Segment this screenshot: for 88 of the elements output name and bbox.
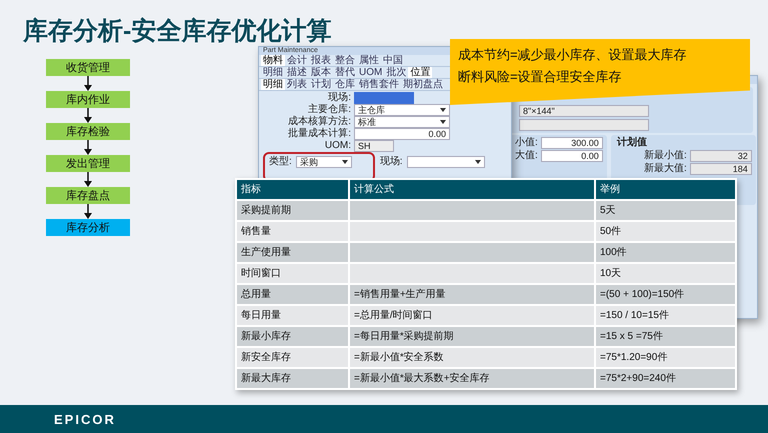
table-cell: 采购提前期 <box>237 201 348 220</box>
field-label: 小值: <box>515 137 538 149</box>
slide-title: 库存分析-安全库存优化计算 <box>22 16 332 47</box>
input-field[interactable]: 300.00 <box>540 137 603 149</box>
group-title: 计划值 <box>616 137 648 149</box>
table-cell: =新最小值*最大系数+安全库存 <box>350 369 594 388</box>
tab[interactable]: 列表 <box>285 79 309 90</box>
tab[interactable]: 描述 <box>285 67 309 78</box>
caret-icon <box>440 108 446 112</box>
process-step: 库内作业 <box>46 91 130 108</box>
process-step: 收货管理 <box>46 59 130 76</box>
table-cell: 销售量 <box>237 222 348 241</box>
input-field: SH <box>354 140 394 152</box>
down-arrow-icon <box>84 76 92 91</box>
caret-icon <box>474 160 481 164</box>
table-cell: 生产使用量 <box>237 243 348 262</box>
tab[interactable]: 期初盘点 <box>401 79 445 90</box>
table-cell: 新最小库存 <box>237 327 348 346</box>
input-field[interactable]: 8"×144" <box>519 105 649 117</box>
table-cell: 时间窗口 <box>237 264 348 283</box>
table-cell: 50件 <box>596 222 735 241</box>
input-field[interactable] <box>519 119 649 131</box>
process-step: 库存盘点 <box>46 187 130 204</box>
tab[interactable]: 替代 <box>333 67 357 78</box>
table-cell: 新最大库存 <box>237 369 348 388</box>
field-label: 现场: <box>327 92 351 104</box>
tab[interactable]: 报表 <box>309 55 333 66</box>
field-label: 类型: <box>269 156 292 168</box>
down-arrow-icon <box>84 204 92 219</box>
table-cell: 5天 <box>596 201 735 220</box>
input-field[interactable]: 0.00 <box>354 128 450 140</box>
tab[interactable]: 仓库 <box>333 79 357 90</box>
tab[interactable]: 位置 <box>408 67 432 78</box>
field-label: 新最大值: <box>643 163 687 175</box>
input-field[interactable]: 0.00 <box>540 150 603 162</box>
input-field[interactable] <box>354 92 414 104</box>
field-label: 批量成本计算: <box>287 128 351 140</box>
tab[interactable]: 批次 <box>384 67 408 78</box>
tab[interactable]: 整合 <box>333 55 357 66</box>
down-arrow-icon <box>84 140 92 155</box>
table-cell: 每日用量 <box>237 306 348 325</box>
dropdown-field[interactable]: 标准 <box>354 116 450 128</box>
table-cell: =新最小值*安全系数 <box>350 348 594 367</box>
tab[interactable]: 属性 <box>357 55 381 66</box>
tab[interactable]: 销售套件 <box>357 79 401 90</box>
process-step: 库存检验 <box>46 123 130 140</box>
input-field: 32 <box>690 150 752 162</box>
field-label: 新最小值: <box>643 150 687 162</box>
column-header: 举例 <box>596 180 735 199</box>
column-header: 计算公式 <box>350 180 594 199</box>
field-label: 成本核算方法: <box>287 116 351 128</box>
field-label: 主要仓库: <box>307 104 351 116</box>
table-cell: =销售用量+生产用量 <box>350 285 594 304</box>
tab[interactable]: 明细 <box>261 79 285 90</box>
tab[interactable]: 会计 <box>285 55 309 66</box>
tab[interactable]: 物料 <box>261 55 285 66</box>
tab[interactable]: UOM <box>357 67 384 78</box>
table-cell: =75*2+90=240件 <box>596 369 735 388</box>
caret-icon <box>440 120 446 124</box>
callout-text: 断料风险=设置合理安全库存 <box>458 69 623 85</box>
down-arrow-icon <box>84 172 92 187</box>
table-cell: =15 x 5 =75件 <box>596 327 735 346</box>
dropdown-field[interactable] <box>406 156 485 168</box>
dropdown-field[interactable]: 主仓库 <box>354 104 450 116</box>
down-arrow-icon <box>84 108 92 123</box>
field-label: 大值: <box>515 150 538 162</box>
table-cell: 总用量 <box>237 285 348 304</box>
table-cell: =150 / 10=15件 <box>596 306 735 325</box>
table-cell: 100件 <box>596 243 735 262</box>
tab[interactable]: 计划 <box>309 79 333 90</box>
tab[interactable]: 版本 <box>309 67 333 78</box>
field-label: 现场: <box>380 156 403 168</box>
caret-icon <box>342 160 348 164</box>
tab[interactable]: 明细 <box>261 67 285 78</box>
process-step: 库存分析 <box>46 219 130 236</box>
table-cell: =总用量/时间窗口 <box>350 306 594 325</box>
column-header: 指标 <box>237 180 348 199</box>
dropdown-field[interactable]: 采购 <box>296 156 352 168</box>
process-step: 发出管理 <box>46 155 130 172</box>
table-cell: 新安全库存 <box>237 348 348 367</box>
field-label: UOM: <box>324 140 351 152</box>
table-cell: =75*1.20=90件 <box>596 348 735 367</box>
table-cell: 10天 <box>596 264 735 283</box>
input-field: 184 <box>690 163 752 175</box>
tab[interactable]: 中国 <box>381 55 405 66</box>
table-cell: =每日用量*采购提前期 <box>350 327 594 346</box>
logo: EPICOR <box>54 412 116 426</box>
table-cell: =(50 + 100)=150件 <box>596 285 735 304</box>
